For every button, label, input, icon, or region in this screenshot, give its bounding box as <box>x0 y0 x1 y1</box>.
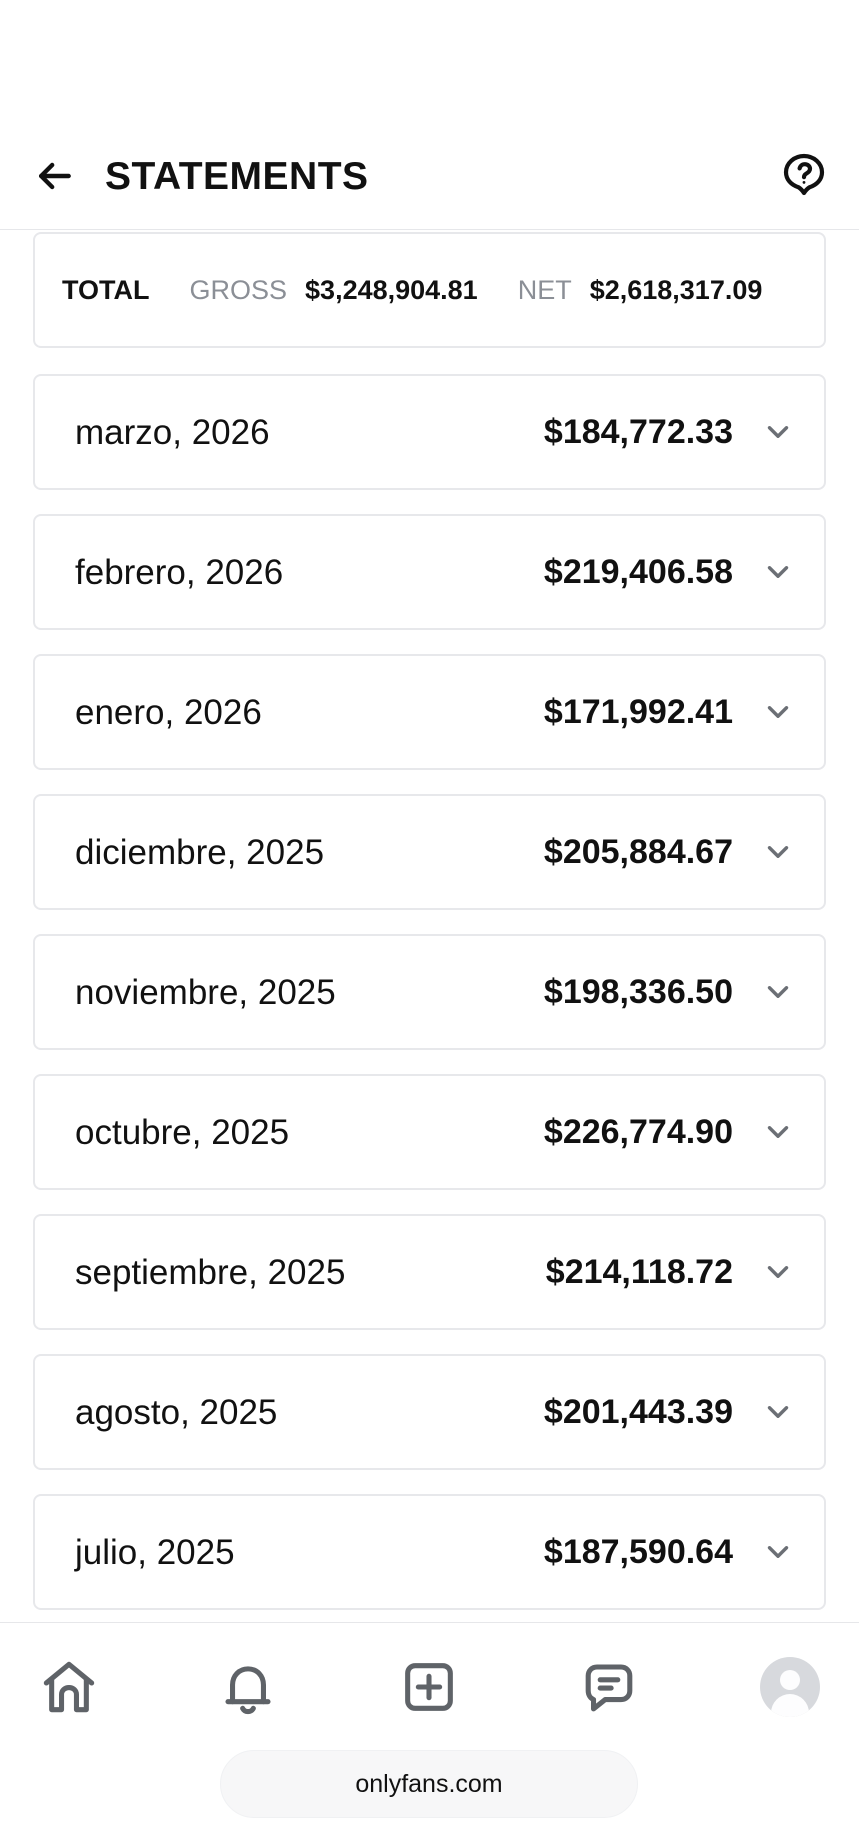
statement-list: marzo, 2026 $184,772.33 febrero, 2026 $2… <box>33 374 826 1634</box>
gross-label: GROSS <box>189 274 288 305</box>
statement-row-marzo-2026[interactable]: marzo, 2026 $184,772.33 <box>33 374 826 490</box>
statement-row-octubre-2025[interactable]: octubre, 2025 $226,774.90 <box>33 1074 826 1190</box>
chevron-down-icon <box>767 706 789 718</box>
statement-month: enero, 2026 <box>75 692 262 732</box>
expand-button[interactable] <box>760 1114 796 1150</box>
plus-square-icon <box>405 1663 453 1711</box>
expand-button[interactable] <box>760 974 796 1010</box>
statement-amount: $219,406.58 <box>543 553 733 591</box>
help-icon <box>783 153 825 196</box>
avatar-head-shape <box>780 1670 800 1690</box>
expand-button[interactable] <box>760 694 796 730</box>
chat-icon <box>585 1664 633 1712</box>
statement-row-julio-2025[interactable]: julio, 2025 $187,590.64 <box>33 1494 826 1610</box>
chevron-down-icon <box>767 566 789 578</box>
expand-button[interactable] <box>760 554 796 590</box>
expand-button[interactable] <box>760 1254 796 1290</box>
net-value: $2,618,317.09 <box>589 274 763 305</box>
chevron-down-icon <box>767 846 789 858</box>
statement-row-diciembre-2025[interactable]: diciembre, 2025 $205,884.67 <box>33 794 826 910</box>
expand-button[interactable] <box>760 1534 796 1570</box>
statement-month: septiembre, 2025 <box>75 1252 346 1292</box>
statement-row-febrero-2026[interactable]: febrero, 2026 $219,406.58 <box>33 514 826 630</box>
statement-amount: $187,590.64 <box>543 1533 733 1571</box>
total-label: TOTAL <box>62 274 150 305</box>
nav-notifications-button[interactable] <box>215 1654 281 1720</box>
statement-month: octubre, 2025 <box>75 1112 290 1152</box>
statement-month: agosto, 2025 <box>75 1392 278 1432</box>
nav-messages-button[interactable] <box>576 1654 642 1720</box>
help-button[interactable] <box>777 147 831 201</box>
expand-button[interactable] <box>760 834 796 870</box>
statement-amount: $201,443.39 <box>543 1393 733 1431</box>
expand-button[interactable] <box>760 414 796 450</box>
statement-row-septiembre-2025[interactable]: septiembre, 2025 $214,118.72 <box>33 1214 826 1330</box>
arrow-left-icon <box>38 162 71 190</box>
net-label: NET <box>517 274 572 305</box>
statement-row-agosto-2025[interactable]: agosto, 2025 $201,443.39 <box>33 1354 826 1470</box>
statement-month: febrero, 2026 <box>75 552 284 592</box>
statement-month: marzo, 2026 <box>75 412 270 452</box>
statement-row-enero-2026[interactable]: enero, 2026 $171,992.41 <box>33 654 826 770</box>
home-icon <box>43 1661 95 1713</box>
back-button[interactable] <box>28 150 80 202</box>
bell-icon <box>225 1666 271 1715</box>
statement-amount: $198,336.50 <box>543 973 733 1011</box>
chevron-down-icon <box>767 1546 789 1558</box>
nav-home-button[interactable] <box>36 1654 102 1720</box>
expand-button[interactable] <box>760 1394 796 1430</box>
top-app-bar: STATEMENTS <box>0 126 859 230</box>
chevron-down-icon <box>767 1126 789 1138</box>
chevron-down-icon <box>767 426 789 438</box>
statement-month: julio, 2025 <box>75 1532 235 1572</box>
chevron-down-icon <box>767 986 789 998</box>
chevron-down-icon <box>767 1266 789 1278</box>
statement-month: diciembre, 2025 <box>75 832 325 872</box>
avatar-body-shape <box>771 1694 809 1717</box>
totals-card: TOTAL GROSS $3,248,904.81 NET $2,618,317… <box>33 232 826 348</box>
gross-value: $3,248,904.81 <box>305 274 478 305</box>
statement-row-noviembre-2025[interactable]: noviembre, 2025 $198,336.50 <box>33 934 826 1050</box>
statements-page: STATEMENTS TOTAL GROSS $3,248,904.81 NET… <box>0 0 859 1830</box>
avatar-icon <box>760 1657 820 1717</box>
browser-url-bar[interactable]: onlyfans.com <box>220 1750 638 1818</box>
statement-amount: $205,884.67 <box>543 833 733 871</box>
nav-new-post-button[interactable] <box>396 1654 462 1720</box>
statement-amount: $226,774.90 <box>543 1113 733 1151</box>
statement-month: noviembre, 2025 <box>75 972 336 1012</box>
bottom-navigation <box>0 1622 859 1747</box>
statement-amount: $214,118.72 <box>545 1253 733 1291</box>
chevron-down-icon <box>767 1406 789 1418</box>
statement-amount: $184,772.33 <box>543 413 733 451</box>
nav-profile-button[interactable] <box>757 1654 823 1720</box>
page-title: STATEMENTS <box>105 155 369 198</box>
statement-amount: $171,992.41 <box>543 693 733 731</box>
